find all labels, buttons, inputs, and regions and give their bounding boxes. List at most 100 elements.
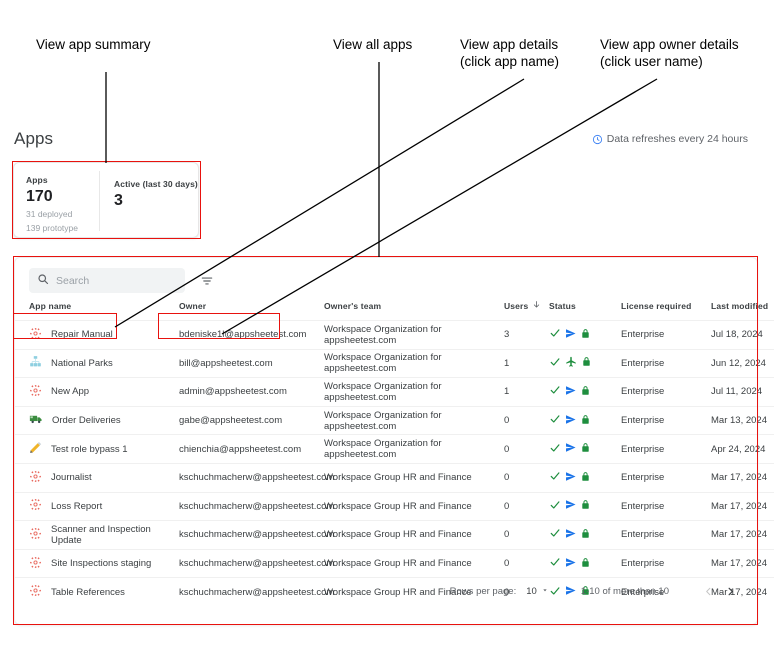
cell-owner[interactable]: kschuchmacherw@appsheetest.com [179,491,334,521]
app-name-link[interactable]: Journalist [51,472,92,483]
table-row[interactable]: Scanner and Inspection Update kschuchmach… [15,520,774,550]
cell-license-required: Enterprise [621,348,711,378]
table-row[interactable]: Loss Report kschuchmacherw@appsheetest.co… [15,491,774,521]
search-input[interactable] [56,274,174,287]
owner-email-link[interactable]: gabe@appsheetest.com [179,415,282,426]
cell-app-name[interactable]: Repair Manual [15,320,179,350]
rows-per-page-value: 10 [526,585,537,597]
cell-last-modified: Mar 17, 2024 [711,548,774,578]
cell-license-required: Enterprise [621,434,711,464]
owner-email-link[interactable]: bdeniske1l@appsheetest.com [179,329,306,340]
search-row [29,268,217,293]
column-header-app-name[interactable]: App name [15,300,179,321]
check-icon [549,527,561,542]
cell-app-name[interactable]: Site Inspections staging [15,548,179,578]
cell-app-name[interactable]: National Parks [15,348,179,378]
cell-users: 0 [504,462,549,493]
table-row[interactable]: National Parks bill@appsheetest.com Worksp… [15,348,774,378]
cell-owners-team: Workspace Organization for appsheetest.c… [324,320,504,350]
cell-owner[interactable]: admin@appsheetest.com [179,377,324,407]
app-name-link[interactable]: National Parks [51,358,113,369]
column-header-license-required[interactable]: License required [621,300,711,321]
owner-email-link[interactable]: bill@appsheetest.com [179,358,273,369]
owner-email-link[interactable]: chienchia@appsheetest.com [179,444,301,455]
owner-email-link[interactable]: kschuchmacherw@appsheetest.com [179,472,334,483]
app-name-link[interactable]: Repair Manual [51,329,113,340]
cell-app-name[interactable]: Scanner and Inspection Update [15,520,179,550]
cell-app-name[interactable]: Journalist [15,462,179,493]
owner-email-link[interactable]: kschuchmacherw@appsheetest.com [179,587,334,598]
cell-status [549,491,621,521]
cell-status [549,520,621,550]
cell-owner[interactable]: kschuchmacherw@appsheetest.com [179,520,334,550]
table-row[interactable]: Site Inspections staging kschuchmacherw@a… [15,548,774,578]
owner-email-link[interactable]: kschuchmacherw@appsheetest.com [179,558,334,569]
cell-status [549,348,621,378]
cell-app-name[interactable]: Loss Report [15,491,179,521]
column-header-users[interactable]: Users [504,300,549,321]
lock-icon [580,499,591,513]
filter-list-icon[interactable] [197,271,217,291]
column-header-last-modified[interactable]: Last modified [711,300,774,321]
chevron-right-icon[interactable] [719,580,741,602]
arrow-down-icon [532,300,541,311]
app-name-link[interactable]: Loss Report [51,501,102,512]
cell-owner[interactable]: chienchia@appsheetest.com [179,434,324,464]
send-icon [565,499,576,513]
cell-owner[interactable]: kschuchmacherw@appsheetest.com [179,548,334,578]
annotation-label-view-app-summary: View app summary [36,36,151,53]
app-name-link[interactable]: Site Inspections staging [51,558,151,569]
cell-owners-team: Workspace Organization for appsheetest.c… [324,434,504,464]
app-name-link[interactable]: Scanner and Inspection Update [51,524,179,546]
table-header-row: App name Owner Owner's team Users Status… [15,300,774,321]
pagination-controls: Rows per page: 10 1-10 of more than 10 [450,580,741,602]
cell-app-name[interactable]: Table References [15,577,179,606]
table-row[interactable]: New App admin@appsheetest.com Workspace Or… [15,377,774,407]
cell-last-modified: Jul 11, 2024 [711,377,774,407]
appsheet-gear-icon [29,384,42,400]
cell-status [549,405,621,435]
app-name-link[interactable]: Table References [51,587,125,598]
column-header-owners-team[interactable]: Owner's team [324,300,504,321]
app-name-link[interactable]: Order Deliveries [52,415,121,426]
app-name-link[interactable]: New App [51,386,89,397]
annotation-text-line: View app summary [36,37,151,52]
app-name-link[interactable]: Test role bypass 1 [51,444,128,455]
owner-email-link[interactable]: admin@appsheetest.com [179,386,287,397]
check-icon [549,413,561,428]
owner-email-link[interactable]: kschuchmacherw@appsheetest.com [179,529,334,540]
truck-icon [29,412,43,429]
table-row[interactable]: Order Deliveries gabe@appsheetest.com Work… [15,405,774,435]
airplane-icon [565,356,577,371]
chevron-left-icon[interactable] [697,580,719,602]
rows-per-page-label: Rows per page: [449,585,517,597]
cell-last-modified: Mar 13, 2024 [711,405,774,435]
cell-last-modified: Jul 18, 2024 [711,320,774,350]
page-title: Apps [14,129,54,148]
table-row[interactable]: Repair Manual bdeniske1l@appsheetest.com W… [15,320,774,350]
cell-app-name[interactable]: Test role bypass 1 [15,434,179,464]
annotation-label-view-app-details: View app details (click app name) [460,36,559,70]
table-row[interactable]: Journalist kschuchmacherw@appsheetest.com… [15,462,774,493]
appsheet-gear-icon [29,498,42,514]
column-header-users-label: Users [504,300,529,311]
column-header-owner[interactable]: Owner [179,300,324,321]
cell-owner[interactable]: kschuchmacherw@appsheetest.com [179,577,334,606]
annotation-text-line: View all apps [333,37,413,52]
cell-owner[interactable]: gabe@appsheetest.com [179,405,324,435]
refresh-note-text: Data refreshes every 24 hours [606,133,748,145]
search-box[interactable] [29,268,185,293]
cell-owners-team: Workspace Organization for appsheetest.c… [324,405,504,435]
owner-email-link[interactable]: kschuchmacherw@appsheetest.com [179,501,334,512]
rows-per-page-select[interactable]: 10 [526,586,549,597]
column-header-status[interactable]: Status [549,300,621,321]
cell-owners-team: Workspace Organization for appsheetest.c… [324,348,504,378]
lock-icon [580,328,591,342]
cell-app-name[interactable]: New App [15,377,179,407]
cell-owner[interactable]: kschuchmacherw@appsheetest.com [179,462,334,493]
table-row[interactable]: Test role bypass 1 chienchia@appsheetest.… [15,434,774,464]
cell-owner[interactable]: bill@appsheetest.com [179,348,324,378]
stat-active: Active (last 30 days) 3 [100,163,198,237]
cell-owner[interactable]: bdeniske1l@appsheetest.com [179,320,324,350]
cell-app-name[interactable]: Order Deliveries [15,405,179,435]
